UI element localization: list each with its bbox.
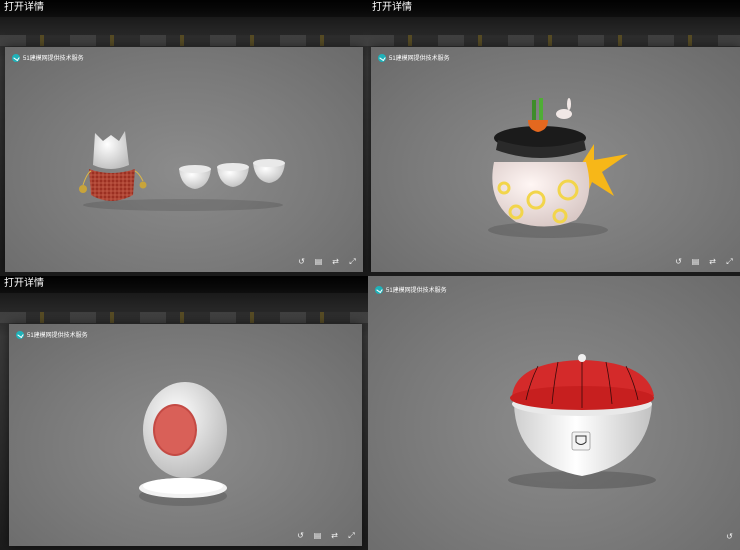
cat-tea-set-icon bbox=[79, 131, 285, 211]
red-lid-bowl-icon bbox=[508, 354, 656, 489]
viewer-toolbar: ↺ ▤ ⇄ ⤢ bbox=[296, 531, 356, 540]
open-details-link[interactable]: 打开详情 bbox=[0, 276, 368, 293]
brand-logo-icon bbox=[375, 285, 383, 294]
3d-viewer[interactable]: 51建模网提供技术服务 ↺ bbox=[368, 276, 740, 550]
model-panel-4: 51建模网提供技术服务 ↺ bbox=[368, 276, 740, 550]
share-icon[interactable]: ⇄ bbox=[331, 257, 340, 266]
brand-text: 51建模网提供技术服务 bbox=[389, 56, 450, 62]
viewer-toolbar: ↺ ▤ ⇄ ⤢ bbox=[674, 257, 734, 266]
history-icon[interactable]: ↺ bbox=[725, 532, 734, 541]
brand-credit[interactable]: 51建模网提供技术服务 bbox=[375, 285, 447, 294]
round-stand-ornament-icon bbox=[139, 382, 227, 506]
model-panel-2: 打开详情 51建模网提供技术服务 ↺ ▤ ⇄ ⤢ bbox=[368, 0, 740, 272]
camera-icon[interactable]: ▤ bbox=[314, 257, 323, 266]
open-details-link[interactable]: 打开详情 bbox=[368, 0, 740, 17]
brand-credit[interactable]: 51建模网提供技术服务 bbox=[378, 53, 450, 62]
history-icon[interactable]: ↺ bbox=[297, 257, 306, 266]
brand-text: 51建模网提供技术服务 bbox=[27, 333, 88, 339]
brand-logo-icon bbox=[12, 53, 20, 62]
history-icon[interactable]: ↺ bbox=[674, 257, 683, 266]
fullscreen-icon[interactable]: ⤢ bbox=[347, 531, 356, 540]
camera-icon[interactable]: ▤ bbox=[313, 531, 322, 540]
model-panel-1: 打开详情 51建模网提供技术服务 ↺ ▤ ⇄ ⤢ bbox=[0, 0, 368, 272]
open-details-link[interactable]: 打开详情 bbox=[0, 0, 368, 17]
share-icon[interactable]: ⇄ bbox=[708, 257, 717, 266]
3d-viewer[interactable]: 51建模网提供技术服务 ↺ ▤ ⇄ ⤢ bbox=[9, 324, 362, 546]
brand-credit[interactable]: 51建模网提供技术服务 bbox=[16, 330, 88, 339]
viewer-toolbar: ↺ bbox=[725, 532, 734, 541]
share-icon[interactable]: ⇄ bbox=[330, 531, 339, 540]
brand-text: 51建模网提供技术服务 bbox=[23, 56, 84, 62]
brand-text: 51建模网提供技术服务 bbox=[386, 288, 447, 294]
history-icon[interactable]: ↺ bbox=[296, 531, 305, 540]
camera-icon[interactable]: ▤ bbox=[691, 257, 700, 266]
viewer-toolbar: ↺ ▤ ⇄ ⤢ bbox=[297, 257, 357, 266]
3d-viewer[interactable]: 51建模网提供技术服务 ↺ ▤ ⇄ ⤢ bbox=[5, 47, 363, 272]
fullscreen-icon[interactable]: ⤢ bbox=[348, 257, 357, 266]
brand-logo-icon bbox=[378, 53, 386, 62]
model-panel-3: 打开详情 51建模网提供技术服务 ↺ ▤ ⇄ ⤢ bbox=[0, 276, 368, 550]
brand-logo-icon bbox=[16, 330, 24, 339]
brand-credit[interactable]: 51建模网提供技术服务 bbox=[12, 53, 84, 62]
fullscreen-icon[interactable]: ⤢ bbox=[725, 257, 734, 266]
moon-rabbit-teapot-icon bbox=[488, 98, 628, 238]
3d-viewer[interactable]: 51建模网提供技术服务 ↺ ▤ ⇄ ⤢ bbox=[371, 47, 740, 272]
